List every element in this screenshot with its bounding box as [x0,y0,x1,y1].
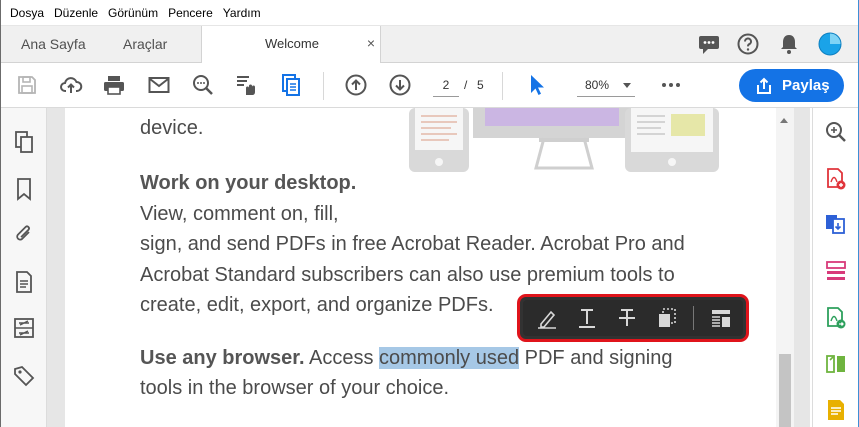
comment-icon[interactable] [824,398,848,422]
text-run: Access [304,347,380,369]
create-pdf-icon[interactable] [824,167,848,191]
tab-document[interactable]: Welcome × [201,26,381,64]
organize-pages-icon[interactable] [824,259,848,283]
chat-icon[interactable] [697,32,721,56]
tag-icon[interactable] [12,364,36,388]
scroll-up-arrow-icon[interactable] [780,118,788,123]
menu-edit[interactable]: Düzenle [49,0,103,26]
document-viewer: device. Work on your desktop. View, comm… [47,108,810,427]
combine-files-icon[interactable] [824,213,848,237]
tab-bar: Ana Sayfa Araçlar Welcome × [1,26,858,64]
page-separator: / [464,78,468,92]
text-line[interactable]: create, edit, export, and organize PDFs. [140,290,494,320]
document-icon[interactable] [279,73,303,97]
text-line-device[interactable]: device. [140,113,203,143]
layers-icon[interactable] [12,316,36,340]
text-selection-toolbar [517,294,749,342]
document-properties-icon[interactable] [12,270,36,294]
redact-hand-icon[interactable] [235,73,259,97]
edit-pdf-icon[interactable] [824,352,848,376]
notification-bell-icon[interactable] [777,32,801,56]
more-icon[interactable] [659,73,683,97]
attachment-icon[interactable] [12,223,36,247]
scrollbar-thumb[interactable] [779,354,791,427]
acrobat-window: Dosya Düzenle Görünüm Pencere Yardım Ana… [0,0,859,427]
toolbar-separator [323,72,324,100]
highlight-icon[interactable] [535,306,559,330]
arrow-up-circle-icon[interactable] [344,73,368,97]
zoom-value: 80% [585,78,610,92]
text-run: PDF and signing [519,347,673,369]
share-label: Paylaş [782,77,830,94]
share-button[interactable]: Paylaş [739,69,844,102]
pdf-page: device. Work on your desktop. View, comm… [65,108,776,427]
email-icon[interactable] [147,73,171,97]
tab-document-label: Welcome [265,36,319,51]
save-icon[interactable] [15,73,39,97]
devices-illustration [409,108,719,172]
menu-file[interactable]: Dosya [5,0,49,26]
menu-view[interactable]: Görünüm [103,0,163,26]
left-navigation-panel [1,108,47,427]
heading-desktop[interactable]: Work on your desktop. [140,168,356,198]
share-icon [757,77,771,94]
more-options-icon[interactable] [709,306,733,330]
tab-tools[interactable]: Araçlar [123,26,167,63]
heading-browser: Use any browser. [140,347,305,369]
close-tab-icon[interactable]: × [364,36,378,50]
chevron-down-icon [623,83,631,88]
right-tools-panel [812,108,858,427]
cursor-select-icon[interactable] [525,73,549,97]
menu-bar: Dosya Düzenle Görünüm Pencere Yardım [1,0,858,26]
text-selection[interactable]: commonly used [379,347,520,369]
strikethrough-icon[interactable] [615,306,639,330]
print-icon[interactable] [102,73,126,97]
text-line[interactable]: tools in the browser of your choice. [140,373,449,403]
account-avatar-icon[interactable] [818,32,842,56]
help-icon[interactable] [736,32,760,56]
bookmark-icon[interactable] [12,177,36,201]
export-pdf-icon[interactable] [824,306,848,330]
vertical-scrollbar[interactable] [776,108,794,427]
menu-help[interactable]: Yardım [218,0,266,26]
upload-cloud-icon[interactable] [59,73,83,97]
page-number-input[interactable]: 2 [433,75,459,97]
zoom-select[interactable]: 80% [577,75,635,97]
text-line[interactable]: sign, and send PDFs in free Acrobat Read… [140,229,685,259]
search-zoom-icon[interactable] [191,73,215,97]
text-line[interactable]: Acrobat Standard subscribers can also us… [140,260,675,290]
text-selection-toolbar-body [523,300,743,336]
toolbar-separator [693,306,694,330]
toolbar: 2 / 5 80% Paylaş [1,63,858,108]
tab-home[interactable]: Ana Sayfa [21,26,86,63]
paragraph-browser[interactable]: Use any browser. Access commonly used PD… [140,343,673,373]
pages-icon[interactable] [12,130,36,154]
underline-icon[interactable] [575,306,599,330]
copy-icon[interactable] [655,306,679,330]
menu-window[interactable]: Pencere [163,0,218,26]
toolbar-separator [502,72,503,100]
arrow-down-circle-icon[interactable] [388,73,412,97]
page-total: 5 [477,78,484,92]
zoom-tool-icon[interactable] [824,120,848,144]
text-line[interactable]: View, comment on, fill, [140,199,339,229]
